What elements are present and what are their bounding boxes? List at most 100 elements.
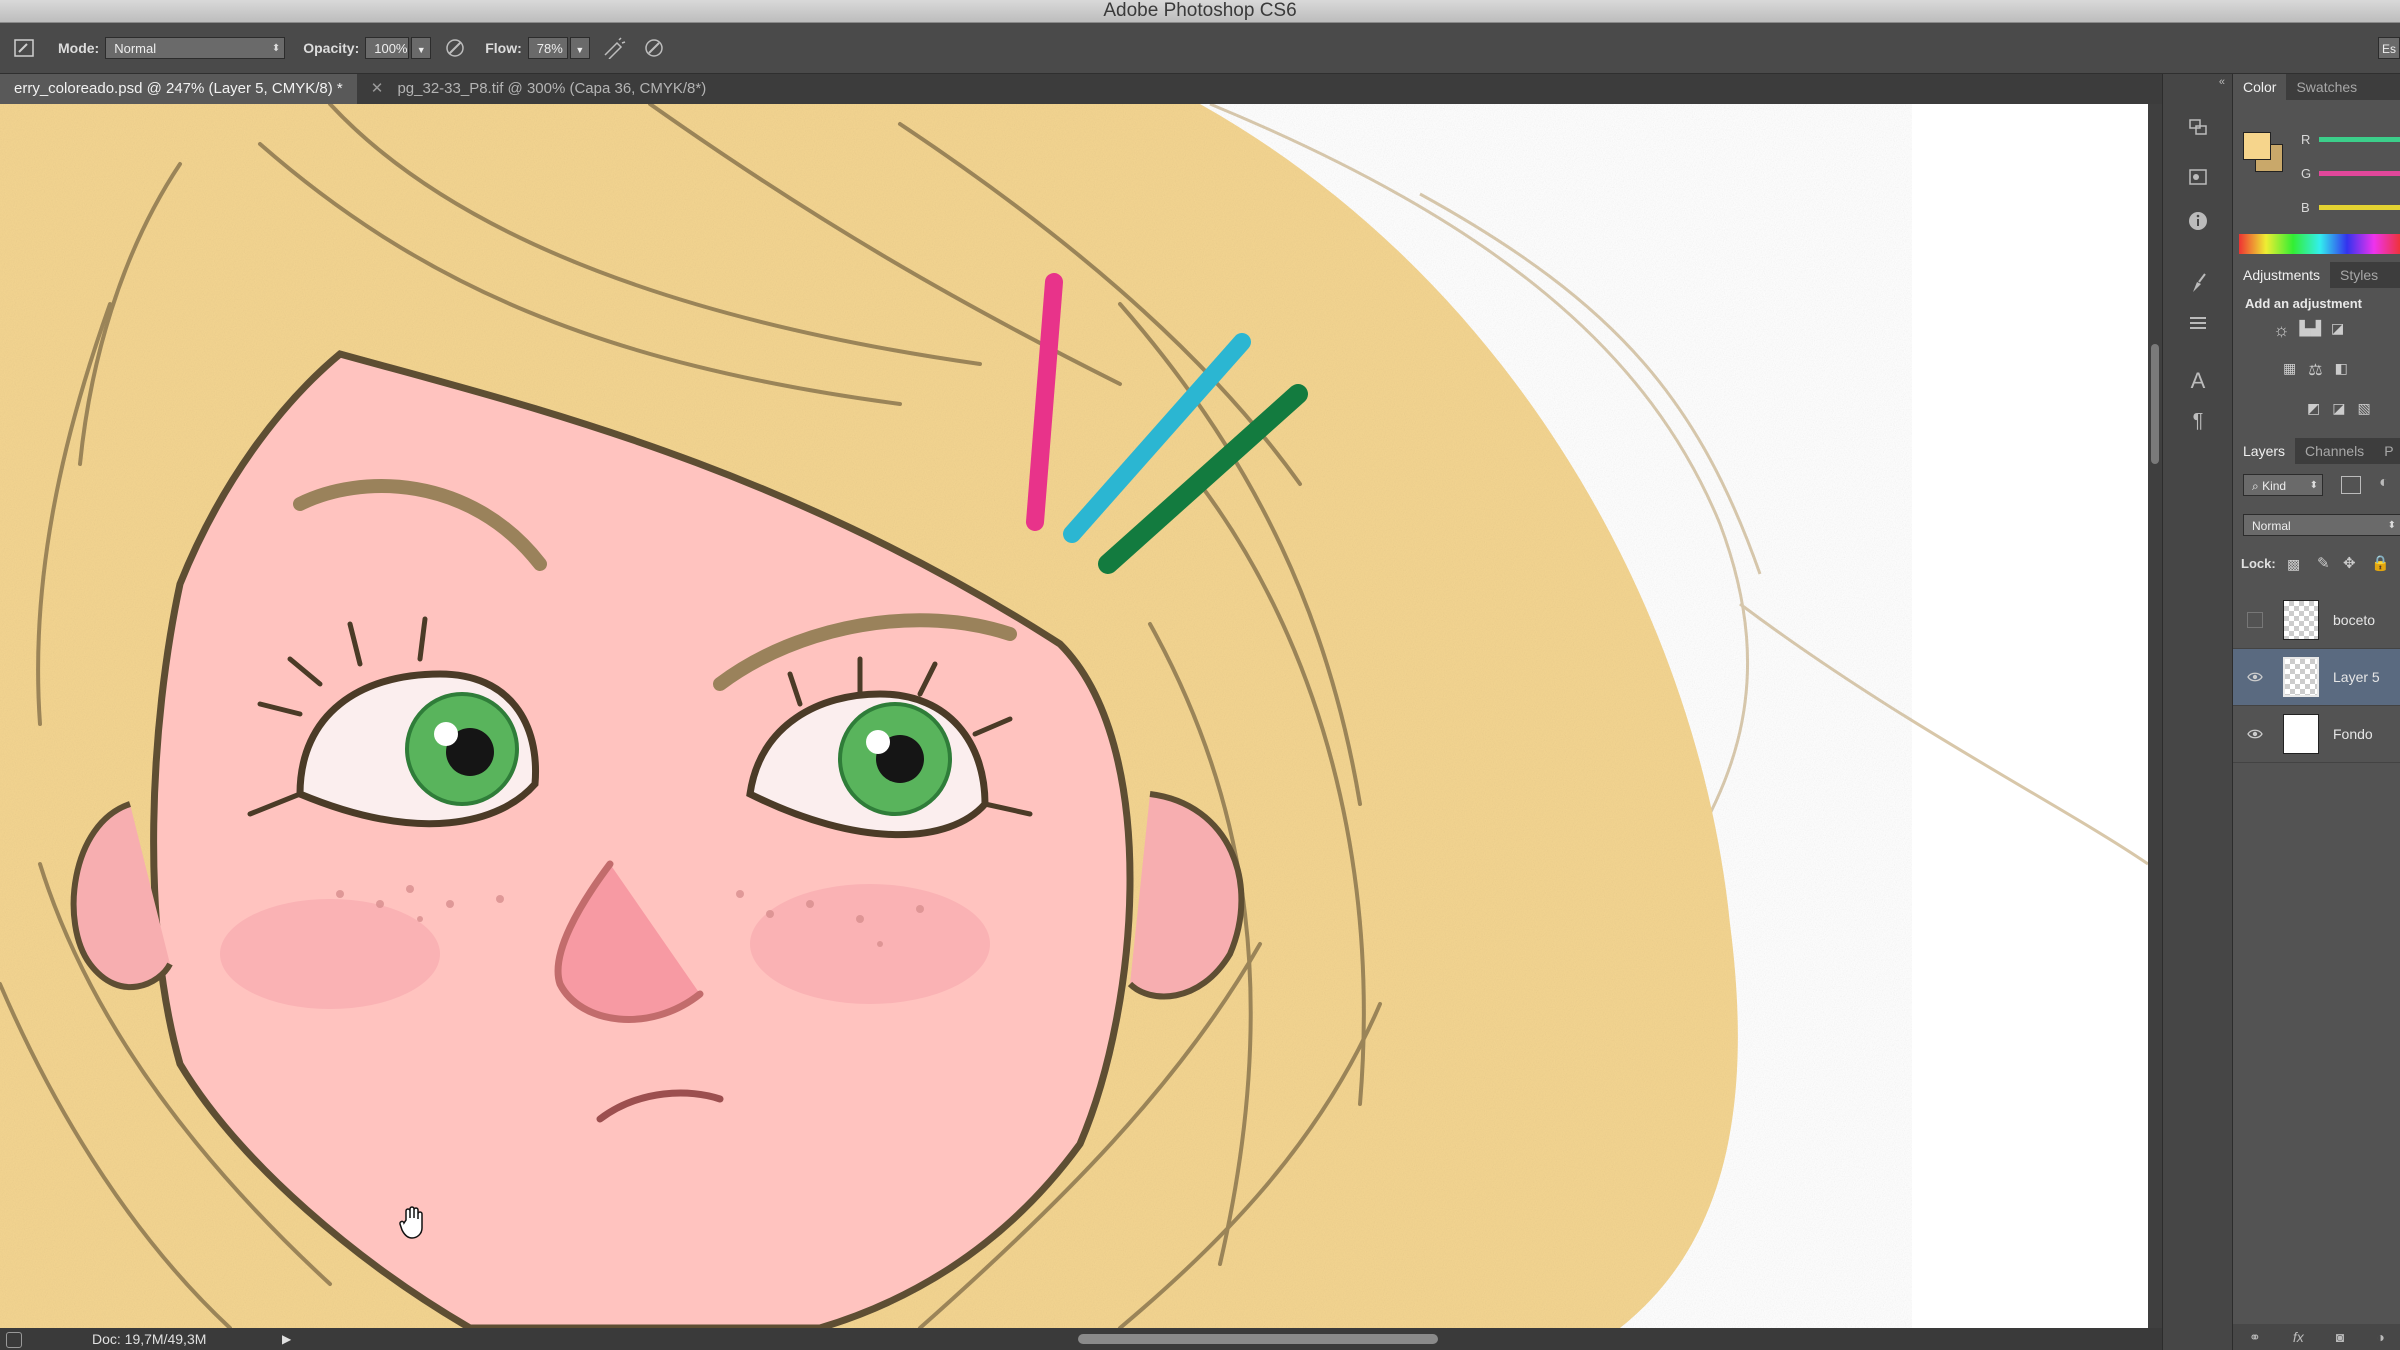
history-icon[interactable] <box>2185 114 2211 140</box>
brush-panel-icon[interactable] <box>2185 270 2211 296</box>
mode-label: Mode: <box>58 40 100 56</box>
tab-label: Channels <box>2305 443 2365 459</box>
lock-image-icon[interactable]: ✎ <box>2317 554 2330 572</box>
status-menu-icon[interactable] <box>6 1332 22 1348</box>
foreground-color-swatch[interactable] <box>2243 132 2271 160</box>
layer-thumbnail <box>2283 714 2319 754</box>
lock-label: Lock: <box>2241 556 2276 571</box>
tab-layers[interactable]: Layers <box>2233 438 2296 464</box>
tab-adjustments[interactable]: Adjustments <box>2233 262 2331 288</box>
workspace-switcher[interactable]: Es <box>2378 37 2400 59</box>
tab-label: Swatches <box>2296 79 2358 95</box>
gradient-map-icon[interactable]: ◪ <box>2332 400 2345 417</box>
adjustment-layer-icon[interactable]: ◑ <box>2376 1329 2384 1345</box>
lock-transparent-icon[interactable]: ▩ <box>2287 556 2300 573</box>
tab-channels[interactable]: Channels <box>2295 438 2374 464</box>
document-tabs: erry_coloreado.psd @ 247% (Layer 5, CMYK… <box>0 74 2162 104</box>
workspace-label: Es <box>2381 42 2396 56</box>
pressure-opacity-icon[interactable] <box>443 36 467 60</box>
options-bar: Mode: Normal ⬍ Opacity: 100% ▼ Flow: 78%… <box>0 23 2400 74</box>
pressure-size-icon[interactable] <box>642 36 666 60</box>
filter-pixel-layers-icon[interactable] <box>2341 476 2361 494</box>
layer-row-fondo[interactable]: Fondo <box>2233 706 2400 763</box>
tab-swatches[interactable]: Swatches <box>2286 74 2367 100</box>
tab-color[interactable]: Color <box>2233 74 2287 100</box>
opacity-dropdown[interactable]: ▼ <box>411 37 432 59</box>
eye-icon[interactable] <box>2247 669 2263 685</box>
paragraph-icon[interactable]: ¶ <box>2185 408 2211 434</box>
tab-styles[interactable]: Styles <box>2330 262 2388 288</box>
close-icon[interactable]: ✕ <box>371 80 384 97</box>
tab-label: pg_32-33_P8.tif @ 300% (Capa 36, CMYK/8*… <box>397 80 707 97</box>
kind-filter-value: Kind <box>2262 479 2287 493</box>
select-arrows-icon: ⬍ <box>2309 480 2318 491</box>
channel-g-slider[interactable] <box>2319 171 2400 176</box>
filter-adjustment-layers-icon[interactable]: ◐ <box>2379 474 2389 492</box>
layer-style-icon[interactable]: fx <box>2293 1329 2304 1345</box>
layer-kind-filter[interactable]: ⌕ Kind ⬍ <box>2243 474 2323 496</box>
black-white-icon[interactable]: ◧ <box>2335 360 2348 380</box>
curves-icon[interactable]: ◪ <box>2331 320 2344 341</box>
layer-name: Layer 5 <box>2333 669 2380 685</box>
invert-icon[interactable]: ◩ <box>2307 400 2320 417</box>
brush-preset-icon[interactable] <box>12 36 36 60</box>
layer-blend-mode[interactable]: Normal ⬍ <box>2243 514 2400 536</box>
doc-size: Doc: 19,7M/49,3M <box>92 1331 207 1347</box>
tab-document-2[interactable]: ✕ pg_32-33_P8.tif @ 300% (Capa 36, CMYK/… <box>357 74 720 104</box>
tab-label: Adjustments <box>2243 267 2321 283</box>
visibility-off-icon[interactable] <box>2247 612 2263 628</box>
vertical-scroll-thumb[interactable] <box>2151 344 2159 464</box>
adjustment-icons-row-2: ▦ ⚖ ◧ <box>2283 360 2348 380</box>
lock-position-icon[interactable]: ✥ <box>2343 554 2356 572</box>
title-bar: Adobe Photoshop CS6 <box>0 0 2400 23</box>
tab-label: Styles <box>2340 267 2379 283</box>
channel-b-slider[interactable] <box>2319 205 2400 210</box>
blend-mode-value: Normal <box>2252 519 2291 533</box>
flow-dropdown[interactable]: ▼ <box>569 37 590 59</box>
dropdown-arrow-icon: ▼ <box>575 45 585 55</box>
collapse-panels-icon[interactable]: « <box>2219 76 2225 88</box>
hand-cursor-icon <box>399 1206 423 1239</box>
adjustments-hint: Add an adjustment <box>2245 296 2363 311</box>
color-balance-icon[interactable]: ⚖ <box>2308 360 2322 380</box>
lock-all-icon[interactable]: 🔒 <box>2371 554 2390 572</box>
tab-document-active[interactable]: erry_coloreado.psd @ 247% (Layer 5, CMYK… <box>0 74 357 104</box>
color-panel-tabs: Color Swatches <box>2233 74 2400 100</box>
info-icon[interactable] <box>2185 208 2211 234</box>
layer-row-layer-5[interactable]: Layer 5 <box>2233 649 2400 706</box>
channel-g-label: G <box>2301 166 2312 181</box>
select-arrows-icon: ⬍ <box>2387 520 2396 531</box>
mode-select[interactable]: Normal ⬍ <box>105 37 286 59</box>
levels-icon[interactable]: ▙▟ <box>2300 320 2322 341</box>
adjustments-panel-tabs: Adjustments Styles <box>2233 262 2400 288</box>
layers-panel-tabs: Layers Channels P <box>2233 438 2400 464</box>
selective-color-icon[interactable]: ▧ <box>2357 400 2370 417</box>
tool-presets-icon[interactable] <box>2185 310 2211 336</box>
panel-icon-dock: « A ¶ <box>2162 74 2233 1350</box>
artwork-illustration <box>0 104 2148 1328</box>
status-bar: Doc: 19,7M/49,3M ▶ <box>0 1328 2162 1350</box>
adjustment-icons-row-3: ◩ ◪ ▧ <box>2307 400 2371 417</box>
brightness-icon[interactable]: ☼ <box>2273 320 2290 341</box>
airbrush-icon[interactable] <box>602 36 626 60</box>
document-canvas[interactable] <box>0 104 2148 1328</box>
flow-field[interactable]: 78% <box>527 37 568 59</box>
tab-paths[interactable]: P <box>2374 438 2400 464</box>
app-title: Adobe Photoshop CS6 <box>1103 0 1297 21</box>
color-spectrum-bar[interactable] <box>2239 234 2400 254</box>
select-arrows-icon: ⬍ <box>271 43 281 54</box>
layer-row-boceto[interactable]: boceto <box>2233 592 2400 649</box>
channel-r-slider[interactable] <box>2319 137 2400 142</box>
horizontal-scroll-thumb[interactable] <box>1078 1334 1438 1344</box>
properties-icon[interactable] <box>2185 164 2211 190</box>
hue-saturation-icon[interactable]: ▦ <box>2283 360 2296 380</box>
vertical-scrollbar[interactable] <box>2148 104 2162 1328</box>
layer-thumbnail <box>2283 657 2319 697</box>
add-mask-icon[interactable]: ◙ <box>2336 1329 2344 1345</box>
link-layers-icon[interactable]: ⚭ <box>2249 1329 2261 1346</box>
opacity-field[interactable]: 100% <box>365 37 410 59</box>
tab-label: Color <box>2243 79 2277 95</box>
character-icon[interactable]: A <box>2185 368 2211 394</box>
status-expand-icon[interactable]: ▶ <box>282 1328 291 1350</box>
eye-icon[interactable] <box>2247 726 2263 742</box>
